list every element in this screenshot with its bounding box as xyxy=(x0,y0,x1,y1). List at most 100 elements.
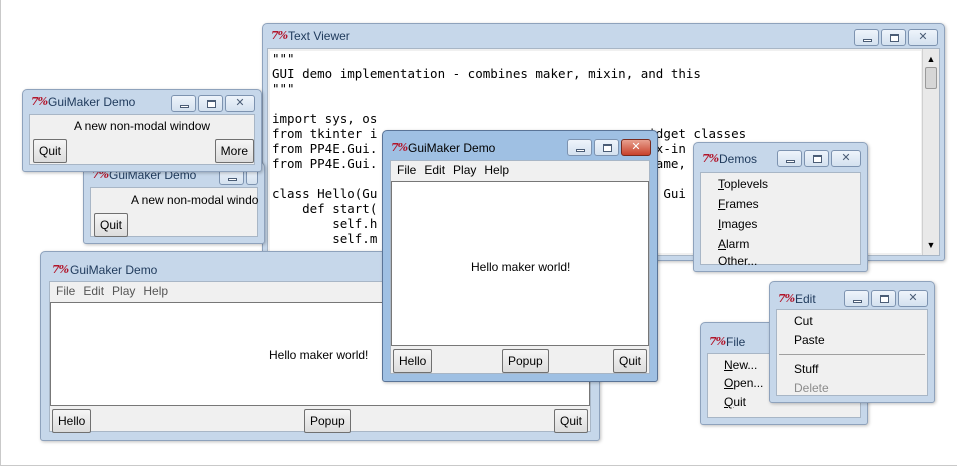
text-line: GUI demo implementation - combines maker… xyxy=(272,66,701,81)
minimize-button[interactable] xyxy=(171,95,196,112)
menu-item-label: oplevels xyxy=(724,177,769,191)
menu-file[interactable]: File xyxy=(393,161,420,180)
window-title: GuiMaker Demo xyxy=(408,141,496,155)
close-icon: ✕ xyxy=(918,31,928,43)
message-label: A new non-modal windo xyxy=(131,193,259,207)
titlebar[interactable]: 7% GuiMaker Demo ✕ xyxy=(23,90,261,114)
menu-separator xyxy=(779,354,925,355)
menu-help[interactable]: Help xyxy=(480,161,513,180)
guimaker-demo-window-small-2: 7% GuiMaker Demo A new non-modal windo Q… xyxy=(83,162,265,244)
titlebar[interactable]: 7% Demos ✕ xyxy=(694,143,867,167)
close-button[interactable]: ✕ xyxy=(621,139,651,156)
minimize-icon xyxy=(853,300,862,303)
titlebar[interactable]: 7% GuiMaker Demo ✕ xyxy=(383,131,657,156)
tk-logo-icon: 7% xyxy=(271,29,288,42)
tk-logo-icon: 7% xyxy=(709,335,726,348)
menu-item-cut[interactable]: Cut xyxy=(794,314,813,328)
menu-item-label: rames xyxy=(725,197,759,211)
text-line xyxy=(272,96,921,111)
minimize-icon xyxy=(576,149,585,152)
window-title: Text Viewer xyxy=(288,29,350,43)
minimize-button[interactable] xyxy=(854,29,879,46)
minimize-button[interactable] xyxy=(844,290,869,307)
menu-file[interactable]: File xyxy=(52,282,79,301)
text-line: """ xyxy=(272,51,295,66)
minimize-icon xyxy=(228,178,237,181)
tk-logo-icon: 7% xyxy=(52,263,69,276)
menu-item-new[interactable]: New... xyxy=(724,358,757,372)
quit-button[interactable]: Quit xyxy=(94,213,129,237)
menu-item-label: mages xyxy=(721,217,758,231)
menu-item-label: larm xyxy=(726,237,750,251)
scroll-down-icon[interactable]: ▼ xyxy=(925,239,937,251)
menu-play[interactable]: Play xyxy=(108,282,139,301)
minimize-button[interactable] xyxy=(567,139,592,156)
menu-item-label: ew... xyxy=(732,358,758,372)
window-title: GuiMaker Demo xyxy=(70,263,158,277)
menu-item-toplevels[interactable]: Toplevels xyxy=(718,177,768,191)
message-label: Hello maker world! xyxy=(471,260,571,274)
minimize-icon xyxy=(863,39,872,42)
quit-button[interactable]: Quit xyxy=(553,409,588,433)
maximize-icon xyxy=(880,295,889,303)
popup-button[interactable]: Popup xyxy=(304,409,351,433)
menu-item-label: uit xyxy=(733,395,747,409)
close-icon: ✕ xyxy=(908,292,918,304)
menu-item-images[interactable]: Images xyxy=(718,217,757,231)
quit-button[interactable]: Quit xyxy=(33,139,68,163)
menu-edit[interactable]: Edit xyxy=(79,282,108,301)
menu-item-frames[interactable]: Frames xyxy=(718,197,759,211)
window-title: Edit xyxy=(795,292,816,306)
minimize-button[interactable] xyxy=(777,150,802,167)
minimize-icon xyxy=(786,160,795,163)
tk-logo-icon: 7% xyxy=(391,141,408,154)
window-title: Demos xyxy=(719,152,758,166)
hello-button[interactable]: Hello xyxy=(393,349,433,373)
menu-help[interactable]: Help xyxy=(139,282,172,301)
maximize-button[interactable] xyxy=(198,95,223,112)
menu-body: Toplevels Frames Images Alarm Other... xyxy=(700,172,861,268)
titlebar[interactable]: 7% Text Viewer ✕ xyxy=(263,24,944,48)
close-button[interactable]: ✕ xyxy=(908,29,938,46)
hello-button[interactable]: Hello xyxy=(52,409,92,433)
close-button[interactable]: ✕ xyxy=(225,95,255,112)
popup-button[interactable]: Popup xyxy=(502,349,549,373)
maximize-button[interactable] xyxy=(871,290,896,307)
close-button[interactable]: ✕ xyxy=(831,150,861,167)
tk-logo-icon: 7% xyxy=(702,152,719,165)
close-icon: ✕ xyxy=(235,97,245,109)
guimaker-demo-window-active: 7% GuiMaker Demo ✕ File Edit Play Help H… xyxy=(382,130,658,382)
close-button[interactable]: ✕ xyxy=(898,290,928,307)
tk-logo-icon: 7% xyxy=(31,95,48,108)
menu-item-stuff[interactable]: Stuff xyxy=(794,362,818,376)
scroll-thumb[interactable] xyxy=(925,67,937,89)
maximize-icon xyxy=(890,34,899,42)
maximize-button[interactable] xyxy=(881,29,906,46)
more-button[interactable]: More xyxy=(214,139,254,163)
menu-item-open[interactable]: Open... xyxy=(724,376,763,390)
menu-item-paste[interactable]: Paste xyxy=(794,333,825,347)
menu-body: Cut Paste Stuff Delete xyxy=(776,309,928,396)
close-icon: ✕ xyxy=(631,141,641,153)
text-line: """ xyxy=(272,81,295,96)
maximize-button[interactable] xyxy=(594,139,619,156)
maximize-button[interactable] xyxy=(804,150,829,167)
scroll-up-icon[interactable]: ▲ xyxy=(925,53,937,65)
menu-play[interactable]: Play xyxy=(449,161,480,180)
titlebar[interactable]: 7% Edit ✕ xyxy=(770,282,934,307)
menu-item-other[interactable]: Other... xyxy=(718,254,757,268)
demos-menu-window: 7% Demos ✕ Toplevels Frames Images Alarm… xyxy=(693,142,868,272)
menu-item-quit[interactable]: Quit xyxy=(724,395,746,409)
menu-item-label: pen... xyxy=(733,376,764,390)
window-title: GuiMaker Demo xyxy=(48,95,136,109)
edit-menu-window: 7% Edit ✕ Cut Paste Stuff Delete xyxy=(769,281,935,403)
message-label: Hello maker world! xyxy=(269,348,369,362)
menu-edit[interactable]: Edit xyxy=(420,161,449,180)
minimize-icon xyxy=(180,105,189,108)
vertical-scrollbar[interactable]: ▲ ▼ xyxy=(922,49,939,255)
client-area: A new non-modal window Quit More xyxy=(29,114,255,165)
menubar: File Edit Play Help xyxy=(391,161,649,180)
maximize-icon xyxy=(207,100,216,108)
menu-item-alarm[interactable]: Alarm xyxy=(718,237,749,251)
quit-button[interactable]: Quit xyxy=(612,349,647,373)
